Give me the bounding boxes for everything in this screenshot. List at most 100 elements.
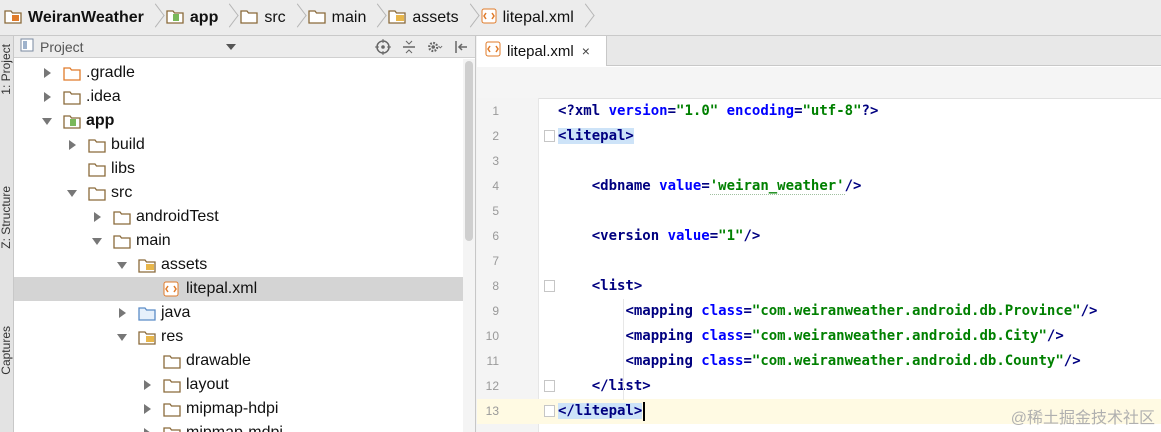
breadcrumb-item[interactable]: app: [164, 0, 238, 36]
tree-item[interactable]: main: [14, 229, 475, 253]
code-line[interactable]: 2 <litepal>: [477, 124, 1161, 149]
fold-marker-icon[interactable]: [544, 280, 555, 292]
tree-item[interactable]: mipmap-mdpi: [14, 421, 475, 432]
code-token: "1": [718, 228, 744, 244]
collapsed-arrow-icon[interactable]: [139, 425, 155, 432]
tree-item[interactable]: layout: [14, 373, 475, 397]
tree-item[interactable]: assets: [14, 253, 475, 277]
code-token: =: [794, 103, 803, 119]
hide-panel-icon[interactable]: [453, 39, 469, 55]
expanded-arrow-icon[interactable]: [114, 329, 130, 345]
gear-icon[interactable]: [427, 39, 443, 55]
code-token: encoding: [726, 103, 795, 119]
code-line[interactable]: 12 </list>: [477, 374, 1161, 399]
tree-item[interactable]: build: [14, 133, 475, 157]
breadcrumb-item[interactable]: src: [238, 0, 305, 36]
code-line[interactable]: 9 <mapping class="com.weiranweather.andr…: [477, 299, 1161, 324]
tree-item[interactable]: java: [14, 301, 475, 325]
project-view-selector[interactable]: Project: [40, 39, 84, 55]
code-line[interactable]: 5: [477, 199, 1161, 224]
collapse-all-icon[interactable]: [401, 39, 417, 55]
tree-item-label: mipmap-mdpi: [186, 424, 283, 432]
tree-item[interactable]: mipmap-hdpi: [14, 397, 475, 421]
left-tool-window-strip: 1: Project Z: Structure Captures: [0, 36, 14, 432]
collapsed-arrow-icon[interactable]: [39, 65, 55, 81]
tree-item[interactable]: src: [14, 181, 475, 205]
scroll-from-source-icon[interactable]: [375, 39, 391, 55]
assets-folder-icon: [138, 257, 156, 273]
code-token: />: [1046, 328, 1064, 344]
code-line[interactable]: 3: [477, 149, 1161, 174]
line-number: 1: [492, 104, 499, 118]
code-area[interactable]: 1 <?xml version="1.0" encoding="utf-8"?> 2…: [477, 98, 1161, 432]
collapsed-arrow-icon[interactable]: [89, 209, 105, 225]
code-token: "com.weiranweather.android.db.City": [751, 328, 1047, 344]
code-line[interactable]: 4 <dbname value='weiran_weather'/>: [477, 174, 1161, 199]
collapsed-arrow-icon[interactable]: [139, 377, 155, 393]
fold-marker-icon[interactable]: [544, 405, 555, 417]
fold-marker-icon[interactable]: [544, 130, 555, 142]
scroll-thumb[interactable]: [465, 61, 473, 241]
project-tool-window: Project .gradle .idea app build libs src andro…: [14, 36, 476, 432]
watermark: @稀土掘金技术社区: [1010, 410, 1155, 427]
close-icon[interactable]: ×: [582, 43, 590, 59]
tree-item[interactable]: androidTest: [14, 205, 475, 229]
tree-item[interactable]: app: [14, 109, 475, 133]
xml-file-icon: [163, 281, 181, 297]
fold-marker-icon[interactable]: [544, 380, 555, 392]
breadcrumb-item[interactable]: WeiranWeather: [2, 0, 164, 36]
breadcrumb-item[interactable]: main: [306, 0, 387, 36]
project-panel-header: Project: [14, 36, 475, 58]
expanded-arrow-icon[interactable]: [39, 113, 55, 129]
tree-item[interactable]: drawable: [14, 349, 475, 373]
breadcrumb-label: litepal.xml: [502, 8, 574, 26]
expanded-arrow-icon[interactable]: [89, 233, 105, 249]
breadcrumb-item[interactable]: litepal.xml: [479, 0, 594, 36]
collapsed-arrow-icon[interactable]: [114, 305, 130, 321]
code-line[interactable]: 6 <version value="1"/>: [477, 224, 1161, 249]
collapsed-arrow-icon[interactable]: [39, 89, 55, 105]
project-scrollbar[interactable]: [463, 59, 475, 432]
code-token: </list>: [591, 378, 651, 394]
tree-item-label: layout: [186, 376, 229, 393]
tool-tab-structure[interactable]: Z: Structure: [0, 186, 13, 249]
tree-item[interactable]: litepal.xml: [14, 277, 475, 301]
tree-item[interactable]: .idea: [14, 85, 475, 109]
code-token: =: [743, 353, 752, 369]
expanded-arrow-icon[interactable]: [114, 257, 130, 273]
code-line[interactable]: 8 <list>: [477, 274, 1161, 299]
collapsed-arrow-icon[interactable]: [64, 137, 80, 153]
breadcrumb-label: src: [264, 8, 286, 26]
code-line[interactable]: 11 <mapping class="com.weiranweather.and…: [477, 349, 1161, 374]
code-token: =: [743, 303, 752, 319]
tree-item-label: drawable: [186, 352, 251, 369]
tree-item[interactable]: res: [14, 325, 475, 349]
line-number: 2: [492, 129, 499, 143]
code-line[interactable]: 1 <?xml version="1.0" encoding="utf-8"?>: [477, 99, 1161, 124]
code-token: ?>: [861, 103, 879, 119]
expanded-arrow-icon[interactable]: [64, 185, 80, 201]
editor-tab-litepal-xml[interactable]: litepal.xml ×: [477, 36, 607, 66]
folder-icon: [163, 377, 181, 393]
tree-item-label: .gradle: [86, 64, 135, 81]
tool-tab-captures[interactable]: Captures: [0, 326, 13, 375]
tree-item-label: mipmap-hdpi: [186, 400, 279, 417]
tree-item[interactable]: libs: [14, 157, 475, 181]
code-token: "com.weiranweather.android.db.Province": [751, 303, 1081, 319]
tree-item-label: main: [136, 232, 171, 249]
tool-tab-project[interactable]: 1: Project: [0, 44, 13, 95]
code-line[interactable]: 7: [477, 249, 1161, 274]
breadcrumb-item[interactable]: assets: [386, 0, 478, 36]
tree-item[interactable]: .gradle: [14, 61, 475, 85]
chevron-down-icon[interactable]: [225, 43, 236, 50]
line-number: 10: [485, 329, 499, 343]
breadcrumb-label: assets: [412, 8, 459, 26]
code-line[interactable]: 10 <mapping class="com.weiranweather.and…: [477, 324, 1161, 349]
collapsed-arrow-icon[interactable]: [139, 401, 155, 417]
code-token: version: [608, 103, 668, 119]
